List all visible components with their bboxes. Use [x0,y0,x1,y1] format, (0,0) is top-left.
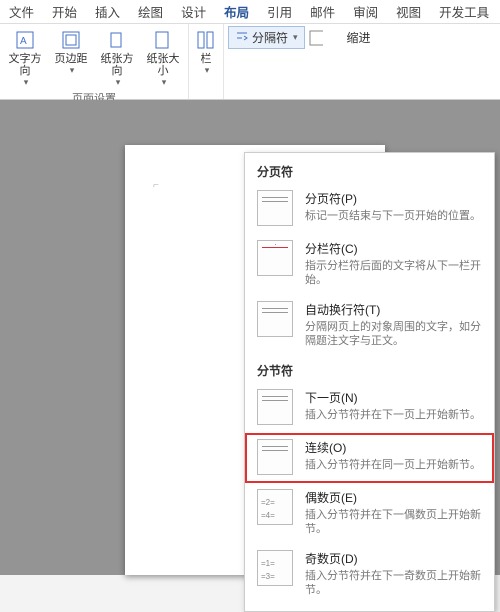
tab-insert[interactable]: 插入 [86,0,129,23]
column-break-title: 分栏符(C) [305,240,484,257]
chevron-down-icon: ▾ [70,65,75,76]
text-wrapping-title: 自动换行符(T) [305,301,484,318]
page-break-title: 分页符(P) [305,190,484,207]
tab-review[interactable]: 审阅 [344,0,387,23]
section-breaks-header: 分节符 [245,356,494,383]
tab-file[interactable]: 文件 [0,0,43,23]
continuous-title: 连续(O) [305,439,484,456]
odd-page-icon [257,550,293,586]
text-wrapping-break-icon [257,301,293,337]
chevron-down-icon: ▾ [205,65,210,76]
text-wrapping-desc: 分隔网页上的对象周围的文字，如分隔题注文字与正文。 [305,320,484,348]
breaks-dropdown: 分页符 分页符(P) 标记一页结束与下一页开始的位置。 分栏符(C) 指示分栏符… [244,152,495,612]
odd-page-title: 奇数页(D) [305,550,484,567]
even-page-title: 偶数页(E) [305,489,484,506]
tab-home[interactable]: 开始 [43,0,86,23]
continuous-desc: 插入分节符并在同一页上开始新节。 [305,458,484,472]
text-wrapping-break-item[interactable]: 自动换行符(T) 分隔网页上的对象周围的文字，如分隔题注文字与正文。 [245,295,494,356]
columns-group: 栏 ▾ [189,24,224,99]
breaks-label: 分隔符 [252,29,288,46]
column-break-desc: 指示分栏符后面的文字将从下一栏开始。 [305,259,484,287]
margins-button[interactable]: 页边距 ▾ [50,27,92,88]
odd-page-desc: 插入分节符并在下一奇数页上开始新节。 [305,569,484,597]
even-page-desc: 插入分节符并在下一偶数页上开始新节。 [305,508,484,536]
column-break-item[interactable]: 分栏符(C) 指示分栏符后面的文字将从下一栏开始。 [245,234,494,295]
document-area: ⌐ 分页符 分页符(P) 标记一页结束与下一页开始的位置。 分栏符(C) 指示分… [0,100,500,575]
tab-developer[interactable]: 开发工具 [430,0,498,23]
column-break-icon [257,240,293,276]
svg-text:A: A [20,36,27,47]
columns-icon [195,29,217,51]
tab-draw[interactable]: 绘图 [129,0,172,23]
breaks-icon [235,31,249,45]
size-label: 纸张大小 [142,53,184,77]
breaks-button[interactable]: 分隔符 ▾ [228,26,305,49]
chevron-down-icon: ▾ [162,77,167,88]
orientation-icon [106,29,128,51]
margins-icon [60,29,82,51]
columns-label: 栏 [201,53,212,65]
next-page-item[interactable]: 下一页(N) 插入分节符并在下一页上开始新节。 [245,383,494,433]
tab-design[interactable]: 设计 [172,0,215,23]
page-break-icon [257,190,293,226]
page-breaks-header: 分页符 [245,157,494,184]
next-page-icon [257,389,293,425]
text-direction-label: 文字方向 [4,53,46,77]
margins-label: 页边距 [55,53,88,65]
chevron-down-icon: ▾ [24,77,29,88]
indent-label: 缩进 [347,29,371,46]
even-page-icon [257,489,293,525]
ribbon-tabs: 文件 开始 插入 绘图 设计 布局 引用 邮件 审阅 视图 开发工具 [0,0,500,24]
size-button[interactable]: 纸张大小 ▾ [142,27,184,88]
orientation-button[interactable]: 纸张方向 ▾ [96,27,138,88]
even-page-item[interactable]: 偶数页(E) 插入分节符并在下一偶数页上开始新节。 [245,483,494,544]
continuous-icon [257,439,293,475]
tab-mailings[interactable]: 邮件 [301,0,344,23]
tab-layout[interactable]: 布局 [215,0,258,23]
text-direction-button[interactable]: A 文字方向 ▾ [4,27,46,88]
tab-view[interactable]: 视图 [387,0,430,23]
chevron-down-icon: ▾ [116,77,121,88]
text-direction-icon: A [14,29,36,51]
line-numbers-icon[interactable] [309,31,323,45]
page-break-desc: 标记一页结束与下一页开始的位置。 [305,209,484,223]
tab-references[interactable]: 引用 [258,0,301,23]
next-page-title: 下一页(N) [305,389,484,406]
page-break-item[interactable]: 分页符(P) 标记一页结束与下一页开始的位置。 [245,184,494,234]
orientation-label: 纸张方向 [96,53,138,77]
chevron-down-icon: ▾ [293,32,298,43]
size-icon [152,29,174,51]
columns-button[interactable]: 栏 ▾ [193,27,219,83]
ribbon: A 文字方向 ▾ 页边距 ▾ 纸张方向 ▾ 纸张大小 ▾ 页面设置 [0,24,500,100]
cursor-indicator: ⌐ [153,180,159,191]
page-setup-group: A 文字方向 ▾ 页边距 ▾ 纸张方向 ▾ 纸张大小 ▾ 页面设置 [0,24,189,99]
continuous-item[interactable]: 连续(O) 插入分节符并在同一页上开始新节。 [245,433,494,483]
next-page-desc: 插入分节符并在下一页上开始新节。 [305,408,484,422]
